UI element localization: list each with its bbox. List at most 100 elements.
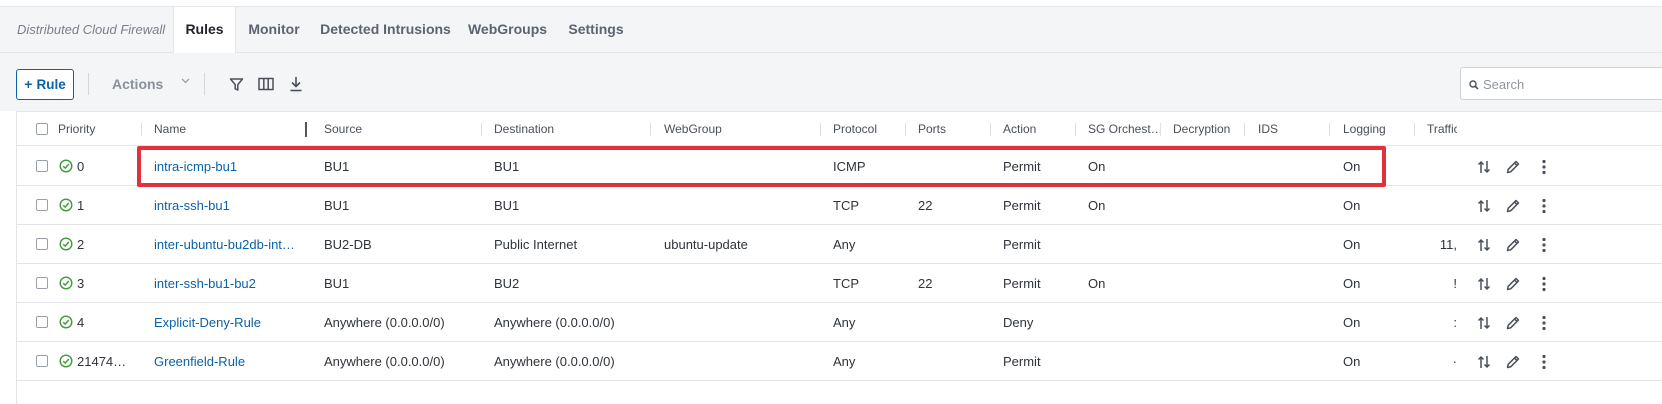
pencil-icon[interactable]: [1504, 158, 1522, 176]
column-header-protocol[interactable]: Protocol: [833, 122, 877, 136]
kebab-menu-icon[interactable]: [1535, 353, 1553, 371]
row-checkbox[interactable]: [36, 238, 48, 250]
rule-name-link[interactable]: Greenfield-Rule: [154, 354, 304, 369]
logging-cell: On: [1343, 198, 1361, 213]
kebab-menu-icon[interactable]: [1535, 236, 1553, 254]
chevron-down-icon[interactable]: [181, 76, 190, 87]
column-header-traffic[interactable]: Traffic: [1427, 122, 1457, 136]
kebab-menu-icon[interactable]: [1535, 197, 1553, 215]
column-header-name[interactable]: Name: [154, 122, 186, 136]
rule-name-link[interactable]: inter-ssh-bu1-bu2: [154, 276, 304, 291]
download-icon[interactable]: [285, 73, 307, 95]
toolbar-divider: [204, 73, 205, 95]
action-cell: Deny: [1003, 315, 1034, 330]
column-divider: [141, 123, 142, 136]
check-circle-icon: [59, 159, 73, 176]
column-header-webgroup[interactable]: WebGroup: [664, 122, 722, 136]
destination-cell: Anywhere (0.0.0.0/0): [494, 315, 615, 330]
kebab-menu-icon[interactable]: [1535, 314, 1553, 332]
rule-name-link[interactable]: intra-ssh-bu1: [154, 198, 304, 213]
column-header-sg-orchestration[interactable]: SG Orchest…: [1088, 122, 1163, 136]
protocol-cell: Any: [833, 237, 856, 252]
reorder-arrows-icon[interactable]: [1475, 275, 1493, 293]
tab-bar: Distributed Cloud Firewall Rules Monitor…: [0, 7, 1662, 54]
toolbar: + Rule Actions: [0, 53, 1662, 111]
pencil-icon[interactable]: [1504, 353, 1522, 371]
pencil-icon[interactable]: [1504, 275, 1522, 293]
pencil-icon[interactable]: [1504, 236, 1522, 254]
select-all-checkbox[interactable]: [36, 123, 48, 135]
ports-cell: 22: [918, 276, 933, 291]
column-header-decryption[interactable]: Decryption: [1173, 122, 1230, 136]
table-row[interactable]: 0 intra-icmp-bu1 BU1 BU1 ICMP Permit On …: [17, 147, 1662, 186]
row-checkbox[interactable]: [36, 277, 48, 289]
search-input[interactable]: [1483, 74, 1653, 94]
destination-cell: Public Internet: [494, 237, 578, 252]
destination-cell: BU1: [494, 159, 520, 174]
column-header-action[interactable]: Action: [1003, 122, 1036, 136]
column-divider: [905, 123, 906, 136]
column-divider: [1329, 123, 1330, 136]
column-header-destination[interactable]: Destination: [494, 122, 554, 136]
check-circle-icon: [59, 354, 73, 371]
kebab-menu-icon[interactable]: [1535, 158, 1553, 176]
tab-rules[interactable]: Rules: [173, 7, 236, 54]
table-header: Priority Name Source Destination WebGrou…: [17, 112, 1662, 146]
tab-webgroups[interactable]: WebGroups: [466, 7, 549, 53]
column-header-ids[interactable]: IDS: [1258, 122, 1278, 136]
table-row[interactable]: 3 inter-ssh-bu1-bu2 BU1 BU2 TCP 22 Permi…: [17, 264, 1662, 303]
reorder-arrows-icon[interactable]: [1475, 314, 1493, 332]
tab-detected-intrusions[interactable]: Detected Intrusions: [320, 7, 451, 53]
webgroup-cell: ubuntu-update: [664, 237, 748, 252]
row-checkbox[interactable]: [36, 355, 48, 367]
column-divider: [481, 123, 482, 136]
priority-cell: 1: [77, 198, 85, 213]
table-row[interactable]: 4 Explicit-Deny-Rule Anywhere (0.0.0.0/0…: [17, 303, 1662, 342]
rule-name-link[interactable]: intra-icmp-bu1: [154, 159, 304, 174]
source-cell: Anywhere (0.0.0.0/0): [324, 354, 445, 369]
sg-orchestration-cell: On: [1088, 159, 1106, 174]
column-divider: [820, 123, 821, 136]
action-cell: Permit: [1003, 198, 1041, 213]
row-checkbox[interactable]: [36, 160, 48, 172]
logging-cell: On: [1343, 237, 1361, 252]
reorder-arrows-icon[interactable]: [1475, 158, 1493, 176]
kebab-menu-icon[interactable]: [1535, 275, 1553, 293]
logging-cell: On: [1343, 315, 1361, 330]
tab-settings[interactable]: Settings: [565, 7, 627, 53]
column-header-priority[interactable]: Priority: [58, 122, 95, 136]
column-header-ports[interactable]: Ports: [918, 122, 946, 136]
add-rule-button[interactable]: + Rule: [16, 69, 74, 100]
ports-cell: 22: [918, 198, 933, 213]
destination-cell: BU2: [494, 276, 520, 291]
column-header-logging[interactable]: Logging: [1343, 122, 1386, 136]
reorder-arrows-icon[interactable]: [1475, 236, 1493, 254]
column-divider: [1160, 123, 1161, 136]
pencil-icon[interactable]: [1504, 197, 1522, 215]
filter-icon[interactable]: [225, 73, 247, 95]
table-row[interactable]: 2 inter-ubuntu-bu2db-int… BU2-DB Public …: [17, 225, 1662, 264]
logging-cell: On: [1343, 276, 1361, 291]
rule-name-link[interactable]: Explicit-Deny-Rule: [154, 315, 304, 330]
traffic-cell: !: [1453, 276, 1457, 291]
protocol-cell: ICMP: [833, 159, 866, 174]
table-row[interactable]: 21474… Greenfield-Rule Anywhere (0.0.0.0…: [17, 342, 1662, 381]
pencil-icon[interactable]: [1504, 314, 1522, 332]
traffic-cell: ·: [1452, 354, 1457, 369]
column-header-source[interactable]: Source: [324, 122, 362, 136]
row-checkbox[interactable]: [36, 316, 48, 328]
tab-monitor[interactable]: Monitor: [243, 7, 305, 53]
table-row[interactable]: 1 intra-ssh-bu1 BU1 BU1 TCP 22 Permit On…: [17, 186, 1662, 225]
column-resize-handle[interactable]: [305, 122, 307, 137]
rule-name-link[interactable]: inter-ubuntu-bu2db-int…: [154, 237, 304, 252]
action-cell: Permit: [1003, 237, 1041, 252]
row-checkbox[interactable]: [36, 199, 48, 211]
app-title: Distributed Cloud Firewall: [17, 22, 166, 37]
columns-icon[interactable]: [255, 73, 277, 95]
search-icon: [1469, 77, 1479, 95]
actions-dropdown[interactable]: Actions: [112, 76, 163, 92]
reorder-arrows-icon[interactable]: [1475, 353, 1493, 371]
check-circle-icon: [59, 276, 73, 293]
reorder-arrows-icon[interactable]: [1475, 197, 1493, 215]
logging-cell: On: [1343, 354, 1361, 369]
